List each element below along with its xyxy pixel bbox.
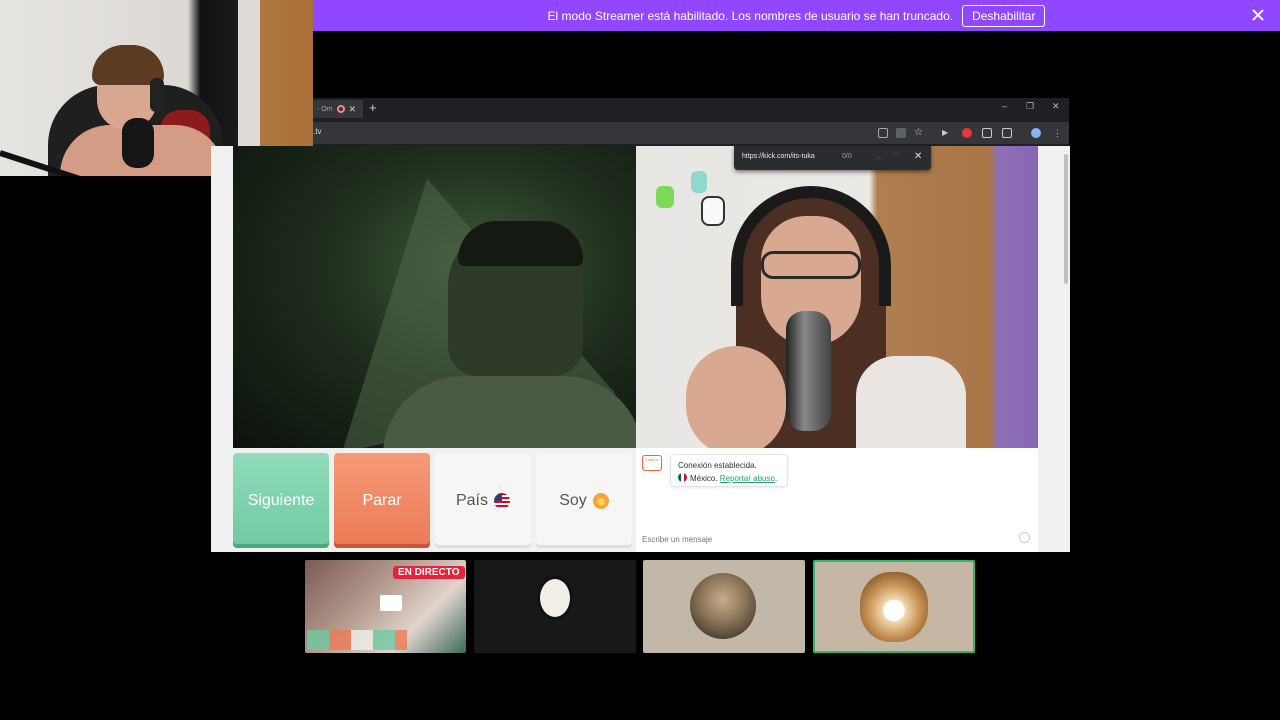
cartoon-avatar: [537, 576, 573, 620]
cat-avatar: [690, 573, 756, 639]
partner-country: México.: [690, 474, 718, 483]
scene-thumbnail-cat[interactable]: [643, 560, 805, 653]
wall-stickers: [651, 171, 731, 241]
profile-avatar[interactable]: [1031, 128, 1041, 138]
browser-tab[interactable]: - Om ✕: [313, 100, 363, 118]
find-count: 0/0: [842, 153, 852, 160]
stop-button[interactable]: Parar: [334, 453, 430, 548]
url-text: .tv: [313, 127, 322, 136]
emoji-icon[interactable]: [1019, 532, 1030, 543]
find-bar: https://kick.com/its-tuka 0/0 ︿ ﹀ ✕: [734, 146, 931, 170]
connection-status: Conexión establecida.: [678, 461, 757, 470]
find-close-icon[interactable]: ✕: [914, 151, 922, 162]
woman-emoji-icon: [592, 492, 609, 509]
find-previous-icon[interactable]: ︿: [874, 151, 882, 162]
live-badge: EN DIRECTO: [393, 566, 465, 579]
disable-streamer-mode-button[interactable]: Deshabilitar: [962, 4, 1046, 27]
scrollbar-thumb[interactable]: [1064, 154, 1068, 284]
cast-icon[interactable]: [878, 128, 888, 138]
ometv-logo: Ome tv: [642, 455, 662, 471]
tab-title: - Om: [317, 105, 333, 113]
soy-label: Soy: [559, 491, 587, 509]
close-tab-icon[interactable]: ✕: [349, 104, 357, 115]
extensions-icon[interactable]: [982, 128, 992, 138]
minimize-button[interactable]: –: [1002, 101, 1007, 111]
menu-icon[interactable]: ⋮: [1053, 128, 1063, 138]
scene-thumbnail-cat-selected[interactable]: [813, 560, 975, 653]
report-suffix: .: [774, 474, 778, 483]
new-tab-button[interactable]: +: [369, 100, 377, 115]
stream-screen: El modo Streamer está habilitado. Los no…: [0, 0, 1280, 720]
extension-icon[interactable]: [896, 128, 906, 138]
us-flag-icon: [494, 492, 510, 509]
browser-window: - Om ✕ + – ❐ ✕ .tv ☆ ▶ ⋮: [313, 98, 1069, 146]
find-input[interactable]: https://kick.com/its-tuka: [742, 153, 815, 160]
close-icon[interactable]: [1250, 7, 1266, 23]
recording-icon: [336, 105, 345, 113]
bookmark-star-icon[interactable]: ☆: [914, 128, 924, 138]
scene-thumbnail-avatar[interactable]: [474, 560, 636, 653]
maximize-button[interactable]: ❐: [1026, 101, 1034, 112]
partner-video: [233, 146, 636, 448]
tab-strip: - Om ✕ + – ❐ ✕: [313, 98, 1069, 118]
chat-message-input[interactable]: [638, 531, 1036, 547]
puzzle-icon[interactable]: [1002, 128, 1012, 138]
report-abuse-link[interactable]: Reportar abuso: [720, 474, 775, 483]
find-next-icon[interactable]: ﹀: [892, 151, 900, 162]
play-icon[interactable]: ▶: [942, 128, 952, 138]
close-window-button[interactable]: ✕: [1052, 101, 1060, 112]
next-button[interactable]: Siguiente: [233, 453, 329, 548]
screen-share-icon: [380, 595, 402, 611]
streamer-mode-banner: El modo Streamer está habilitado. Los no…: [313, 0, 1280, 31]
gender-button[interactable]: Soy: [536, 453, 632, 548]
system-message: Conexión establecida. México. Reportar a…: [670, 454, 788, 487]
country-filter-button[interactable]: País: [435, 453, 531, 548]
address-bar[interactable]: .tv ☆ ▶ ⋮: [313, 122, 1069, 144]
mexico-flag-icon: [678, 473, 687, 482]
self-video: [636, 146, 1038, 448]
country-label: País: [455, 491, 488, 509]
cat-avatar: [860, 572, 928, 642]
banner-text: El modo Streamer está habilitado. Los no…: [547, 8, 954, 23]
record-extension-icon[interactable]: [962, 128, 972, 138]
